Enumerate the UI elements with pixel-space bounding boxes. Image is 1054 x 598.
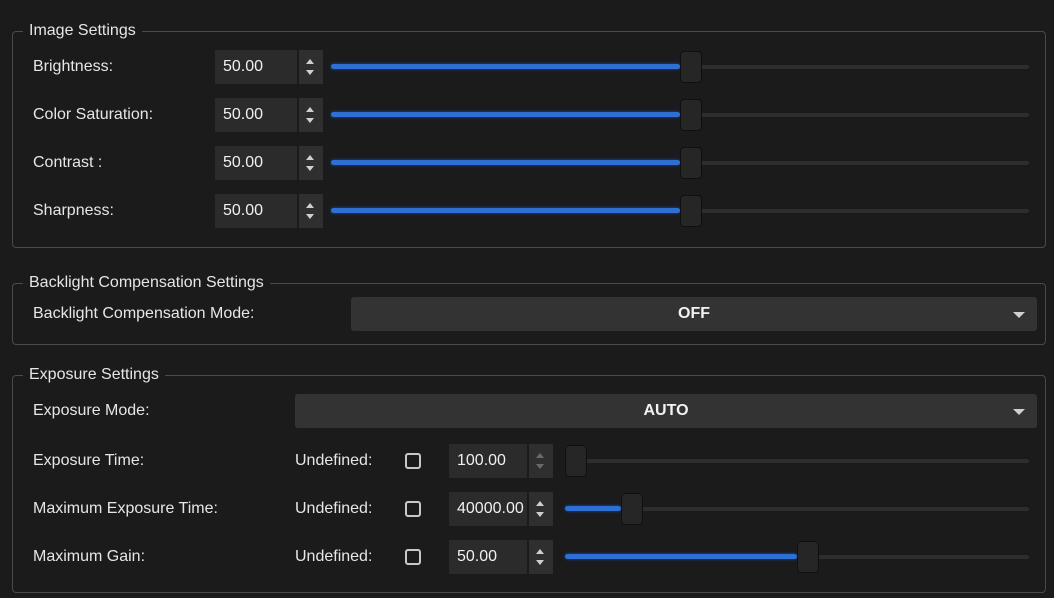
slider-thumb[interactable] bbox=[680, 195, 702, 227]
brightness-input[interactable]: 50.00 bbox=[215, 50, 297, 84]
exposure-time-input[interactable]: 100.00 bbox=[449, 444, 527, 478]
backlight-mode-label: Backlight Compensation Mode: bbox=[33, 305, 255, 322]
brightness-slider[interactable] bbox=[331, 50, 1029, 84]
exposure-time-label: Exposure Time: bbox=[33, 452, 145, 469]
chevron-down-icon[interactable] bbox=[1013, 312, 1025, 318]
slider-fill bbox=[565, 506, 621, 511]
max-gain-undefined-checkbox[interactable] bbox=[405, 549, 421, 565]
chevron-down-icon[interactable] bbox=[1013, 409, 1025, 415]
spin-up-icon[interactable] bbox=[536, 501, 544, 506]
spin-down-icon[interactable] bbox=[306, 214, 314, 219]
max-gain-spinner[interactable] bbox=[529, 540, 553, 574]
slider-fill bbox=[331, 112, 680, 117]
exposure-mode-value: AUTO bbox=[643, 402, 689, 419]
max-gain-label: Maximum Gain: bbox=[33, 548, 146, 565]
image-settings-title: Image Settings bbox=[23, 21, 142, 41]
slider-fill bbox=[331, 160, 680, 165]
contrast-label: Contrast : bbox=[33, 154, 103, 171]
slider-thumb[interactable] bbox=[680, 51, 702, 83]
slider-fill bbox=[331, 208, 680, 213]
contrast-spinner[interactable] bbox=[299, 146, 323, 180]
color-saturation-spinner[interactable] bbox=[299, 98, 323, 132]
spin-up-icon[interactable] bbox=[536, 453, 544, 458]
slider-thumb[interactable] bbox=[565, 445, 587, 477]
backlight-settings-title: Backlight Compensation Settings bbox=[23, 273, 270, 293]
max-exposure-time-undefined-label: Undefined: bbox=[295, 500, 373, 517]
sharpness-input[interactable]: 50.00 bbox=[215, 194, 297, 228]
spin-up-icon[interactable] bbox=[306, 107, 314, 112]
spin-up-icon[interactable] bbox=[306, 203, 314, 208]
max-gain-slider[interactable] bbox=[565, 540, 1029, 574]
exposure-time-slider[interactable] bbox=[565, 444, 1029, 478]
slider-track bbox=[565, 459, 1029, 463]
spin-up-icon[interactable] bbox=[306, 59, 314, 64]
spin-up-icon[interactable] bbox=[306, 155, 314, 160]
spin-down-icon[interactable] bbox=[536, 512, 544, 517]
exposure-settings-title: Exposure Settings bbox=[23, 365, 165, 385]
slider-thumb[interactable] bbox=[621, 493, 643, 525]
max-exposure-time-spinner[interactable] bbox=[529, 492, 553, 526]
max-exposure-time-undefined-checkbox[interactable] bbox=[405, 501, 421, 517]
spin-down-icon[interactable] bbox=[536, 560, 544, 565]
exposure-mode-label: Exposure Mode: bbox=[33, 402, 150, 419]
max-exposure-time-slider[interactable] bbox=[565, 492, 1029, 526]
exposure-time-undefined-checkbox[interactable] bbox=[405, 453, 421, 469]
sharpness-slider[interactable] bbox=[331, 194, 1029, 228]
slider-thumb[interactable] bbox=[680, 99, 702, 131]
spin-down-icon[interactable] bbox=[536, 464, 544, 469]
sharpness-spinner[interactable] bbox=[299, 194, 323, 228]
spin-down-icon[interactable] bbox=[306, 166, 314, 171]
sharpness-row: Sharpness: 50.00 bbox=[13, 194, 1045, 228]
sharpness-label: Sharpness: bbox=[33, 202, 114, 219]
max-gain-row: Maximum Gain: Undefined: 50.00 bbox=[13, 540, 1045, 574]
max-gain-input[interactable]: 50.00 bbox=[449, 540, 527, 574]
image-settings-group: Image Settings Brightness: 50.00 Color S… bbox=[12, 21, 1046, 248]
backlight-mode-value: OFF bbox=[678, 305, 710, 322]
max-gain-undefined-label: Undefined: bbox=[295, 548, 373, 565]
slider-fill bbox=[331, 64, 680, 69]
brightness-row: Brightness: 50.00 bbox=[13, 50, 1045, 84]
max-exposure-time-row: Maximum Exposure Time: Undefined: 40000.… bbox=[13, 492, 1045, 526]
backlight-mode-row: Backlight Compensation Mode: OFF bbox=[13, 297, 1045, 331]
color-saturation-label: Color Saturation: bbox=[33, 106, 154, 123]
brightness-label: Brightness: bbox=[33, 58, 114, 75]
spin-down-icon[interactable] bbox=[306, 70, 314, 75]
exposure-settings-group: Exposure Settings Exposure Mode: AUTO Ex… bbox=[12, 365, 1046, 593]
exposure-time-undefined-label: Undefined: bbox=[295, 452, 373, 469]
backlight-settings-group: Backlight Compensation Settings Backligh… bbox=[12, 273, 1046, 345]
contrast-slider[interactable] bbox=[331, 146, 1029, 180]
color-saturation-slider[interactable] bbox=[331, 98, 1029, 132]
backlight-mode-dropdown[interactable]: OFF bbox=[351, 297, 1037, 331]
contrast-input[interactable]: 50.00 bbox=[215, 146, 297, 180]
max-exposure-time-label: Maximum Exposure Time: bbox=[33, 500, 218, 517]
color-saturation-row: Color Saturation: 50.00 bbox=[13, 98, 1045, 132]
exposure-mode-row: Exposure Mode: AUTO bbox=[13, 394, 1045, 428]
slider-thumb[interactable] bbox=[797, 541, 819, 573]
max-exposure-time-input[interactable]: 40000.00 bbox=[449, 492, 527, 526]
brightness-spinner[interactable] bbox=[299, 50, 323, 84]
exposure-mode-dropdown[interactable]: AUTO bbox=[295, 394, 1037, 428]
slider-thumb[interactable] bbox=[680, 147, 702, 179]
contrast-row: Contrast : 50.00 bbox=[13, 146, 1045, 180]
slider-fill bbox=[565, 554, 797, 559]
spin-up-icon[interactable] bbox=[536, 549, 544, 554]
exposure-time-row: Exposure Time: Undefined: 100.00 bbox=[13, 444, 1045, 478]
exposure-time-spinner[interactable] bbox=[529, 444, 553, 478]
spin-down-icon[interactable] bbox=[306, 118, 314, 123]
color-saturation-input[interactable]: 50.00 bbox=[215, 98, 297, 132]
